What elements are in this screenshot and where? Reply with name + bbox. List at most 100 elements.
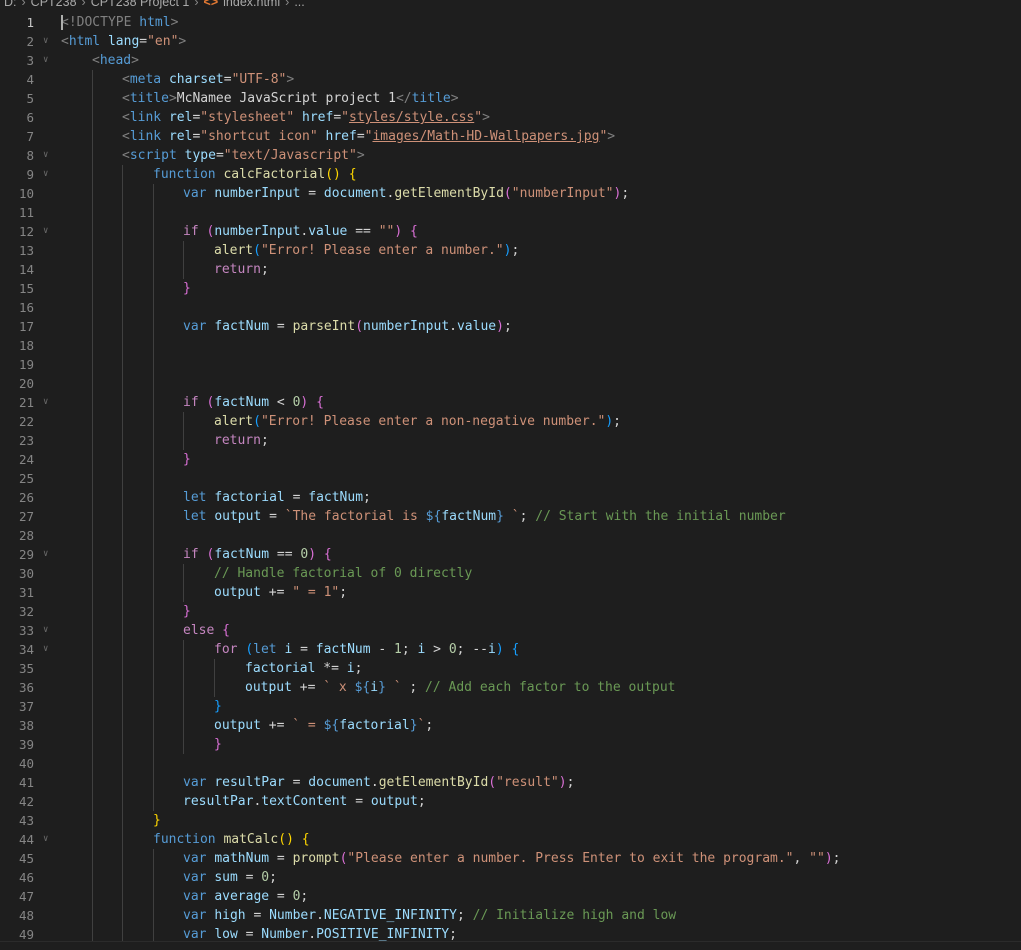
code-line[interactable]: var sum = 0; xyxy=(183,868,277,887)
indent-guide xyxy=(92,773,93,792)
fold-chevron-icon[interactable]: ∨ xyxy=(43,640,48,659)
code-token: 1 xyxy=(394,642,402,657)
code-line[interactable]: alert("Error! Please enter a non-negativ… xyxy=(214,412,621,431)
line-number: 22 xyxy=(18,414,34,429)
indent-guide xyxy=(92,564,93,583)
indent-guide xyxy=(183,412,184,431)
code-editor[interactable]: 1 2 ∨ 3 ∨ 4 5 6 7 8 ∨ 9 ∨ 10 11 12 ∨ 13 14 15 16 17 18 19 20 21 ∨ 2… xyxy=(0,12,1021,941)
code-line[interactable]: resultPar.textContent = output; xyxy=(183,792,426,811)
indent-guide xyxy=(122,659,123,678)
line-number: 3 xyxy=(26,53,34,68)
indent-guide xyxy=(122,906,123,925)
code-token: ; xyxy=(401,680,426,695)
code-line[interactable]: <title>McNamee JavaScript project 1</tit… xyxy=(122,89,459,108)
code-line[interactable]: <head> xyxy=(92,51,139,70)
code-token: ( xyxy=(355,319,364,334)
code-token: alert xyxy=(214,414,254,429)
code-line[interactable]: output += " = 1"; xyxy=(214,583,347,602)
fold-chevron-icon[interactable]: ∨ xyxy=(43,51,48,70)
code-line[interactable]: var resultPar = document.getElementById(… xyxy=(183,773,574,792)
code-line[interactable]: } xyxy=(183,450,191,469)
code-line[interactable]: else { xyxy=(183,621,230,640)
line-number: 33 xyxy=(18,623,34,638)
fold-chevron-icon[interactable]: ∨ xyxy=(43,146,48,165)
code-token: "en" xyxy=(147,34,179,49)
fold-chevron-icon[interactable]: ∨ xyxy=(43,393,48,412)
fold-chevron-icon[interactable]: ∨ xyxy=(43,222,48,241)
code-token: () xyxy=(325,167,341,182)
code-line[interactable]: var numberInput = document.getElementByI… xyxy=(183,184,629,203)
indent-guide xyxy=(92,640,93,659)
code-line[interactable]: if (factNum < 0) { xyxy=(183,393,324,412)
code-line[interactable]: output += ` = ${factorial}`; xyxy=(214,716,433,735)
fold-chevron-icon[interactable]: ∨ xyxy=(43,165,48,184)
code-line[interactable]: function calcFactorial() { xyxy=(153,165,357,184)
indent-guide xyxy=(122,260,123,279)
code-line[interactable]: } xyxy=(183,602,191,621)
breadcrumb-item[interactable]: D: xyxy=(4,0,17,9)
fold-chevron-icon[interactable]: ∨ xyxy=(43,621,48,640)
line-number: 45 xyxy=(18,851,34,866)
line-number: 44 xyxy=(18,832,34,847)
code-line[interactable]: if (factNum == 0) { xyxy=(183,545,332,564)
fold-chevron-icon[interactable]: ∨ xyxy=(43,32,48,51)
code-token: == xyxy=(347,224,379,239)
code-line[interactable]: var average = 0; xyxy=(183,887,308,906)
code-line[interactable]: <meta charset="UTF-8"> xyxy=(122,70,294,89)
code-token: { xyxy=(410,224,418,239)
code-line[interactable]: var low = Number.POSITIVE_INFINITY; xyxy=(183,925,457,941)
code-line[interactable]: <!DOCTYPE html> xyxy=(61,13,178,32)
code-token: - xyxy=(370,642,395,657)
code-line[interactable]: <html lang="en"> xyxy=(61,32,186,51)
code-line[interactable]: factorial *= i; xyxy=(245,659,362,678)
code-line[interactable]: var high = Number.NEGATIVE_INFINITY; // … xyxy=(183,906,676,925)
indent-guide xyxy=(153,659,154,678)
fold-chevron-icon[interactable]: ∨ xyxy=(43,830,48,849)
indent-guide xyxy=(122,621,123,640)
code-line[interactable]: } xyxy=(183,279,191,298)
code-line[interactable]: } xyxy=(153,811,161,830)
indent-guide xyxy=(183,241,184,260)
code-line[interactable]: let output = `The factorial is ${factNum… xyxy=(183,507,786,526)
code-line[interactable]: <link rel="stylesheet" href="styles/styl… xyxy=(122,108,490,127)
indent-guide xyxy=(153,887,154,906)
code-token: href xyxy=(302,110,334,125)
code-token: getElementById xyxy=(378,775,489,790)
code-line[interactable]: return; xyxy=(214,431,269,450)
breadcrumb-item[interactable]: CPT238 Project 1 xyxy=(91,0,190,9)
code-token: styles/style.css xyxy=(349,110,475,125)
indent-guide xyxy=(153,906,154,925)
code-line[interactable]: output += ` x ${i} ` ; // Add each facto… xyxy=(245,678,676,697)
breadcrumb-item[interactable]: index.html xyxy=(223,0,280,9)
code-line[interactable]: return; xyxy=(214,260,269,279)
code-line[interactable]: alert("Error! Please enter a number."); xyxy=(214,241,519,260)
code-line[interactable]: if (numberInput.value == "") { xyxy=(183,222,418,241)
code-line[interactable]: var mathNum = prompt("Please enter a num… xyxy=(183,849,840,868)
indent-guide xyxy=(92,355,93,374)
code-line[interactable]: <link rel="shortcut icon" href="images/M… xyxy=(122,127,615,146)
indent-guide xyxy=(92,526,93,545)
code-line[interactable]: var factNum = parseInt(numberInput.value… xyxy=(183,317,512,336)
code-area[interactable]: <!DOCTYPE html> <html lang="en"> <head> <me… xyxy=(61,12,1021,941)
breadcrumb-item[interactable]: ... xyxy=(294,0,304,9)
code-token: = xyxy=(284,490,309,505)
indent-guide xyxy=(92,412,93,431)
indent-guide xyxy=(153,697,154,716)
breadcrumb-item[interactable]: CPT238 xyxy=(31,0,77,9)
code-token: } xyxy=(496,509,504,524)
code-line[interactable]: let factorial = factNum; xyxy=(183,488,371,507)
line-number: 17 xyxy=(18,319,34,334)
code-token: } xyxy=(153,813,161,828)
indent-guide xyxy=(122,735,123,754)
code-line[interactable]: } xyxy=(214,697,222,716)
code-token: = xyxy=(356,129,365,144)
fold-chevron-icon[interactable]: ∨ xyxy=(43,545,48,564)
code-line[interactable]: for (let i = factNum - 1; i > 0; --i) { xyxy=(214,640,519,659)
code-line[interactable]: <script type="text/Javascript"> xyxy=(122,146,365,165)
code-line[interactable]: function matCalc() { xyxy=(153,830,310,849)
code-line[interactable]: } xyxy=(214,735,222,754)
code-line[interactable]: // Handle factorial of 0 directly xyxy=(214,564,472,583)
breadcrumb[interactable]: D: › CPT238 › CPT238 Project 1 › <> index.html ›… xyxy=(0,0,1021,12)
code-token: if xyxy=(183,547,199,562)
